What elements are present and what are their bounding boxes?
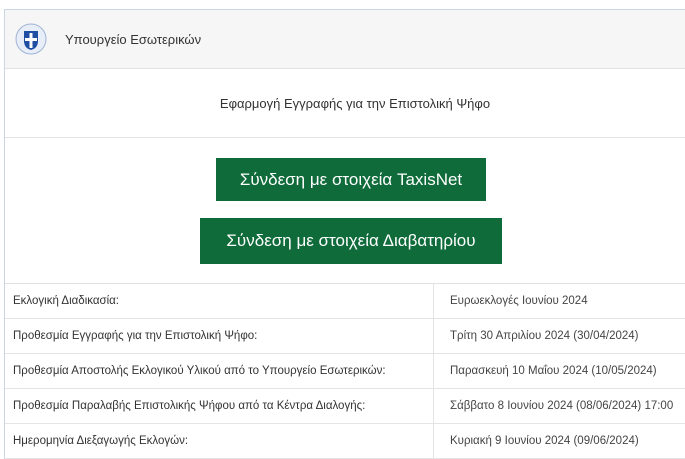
taxisnet-login-button[interactable]: Σύνδεση με στοιχεία TaxisNet — [216, 158, 486, 201]
login-buttons: Σύνδεση με στοιχεία TaxisNet Σύνδεση με … — [5, 138, 685, 284]
table-row: Εκλογική Διαδικασία: Ευρωεκλογές Ιουνίου… — [5, 284, 685, 319]
table-row: Προθεσμία Παραλαβής Επιστολικής Ψήφου απ… — [5, 388, 685, 424]
greek-coat-of-arms-icon — [15, 23, 47, 55]
row-value: Ευρωεκλογές Ιουνίου 2024 — [433, 284, 685, 319]
row-value: Σάββατο 8 Ιουνίου 2024 (08/06/2024) 17:0… — [433, 388, 685, 424]
passport-login-button[interactable]: Σύνδεση με στοιχεία Διαβατηρίου — [200, 218, 502, 264]
row-label: Προθεσμία Παραλαβής Επιστολικής Ψήφου απ… — [5, 388, 434, 424]
table-row: Ημερομηνία Διεξαγωγής Εκλογών: Κυριακή 9… — [5, 423, 685, 459]
row-value: Τρίτη 30 Απριλίου 2024 (30/04/2024) — [433, 318, 685, 354]
row-label: Προθεσμία Αποστολής Εκλογικού Υλικού από… — [5, 353, 434, 389]
ministry-name: Υπουργείο Εσωτερικών — [65, 31, 202, 47]
row-value: Παρασκευή 10 Μαΐου 2024 (10/05/2024) — [433, 353, 685, 389]
row-label: Εκλογική Διαδικασία: — [5, 284, 434, 319]
row-label: Προθεσμία Εγγραφής για την Επιστολική Ψή… — [5, 318, 434, 354]
header: Υπουργείο Εσωτερικών — [5, 10, 685, 69]
row-value: Κυριακή 9 Ιουνίου 2024 (09/06/2024) — [433, 423, 685, 459]
row-label: Ημερομηνία Διεξαγωγής Εκλογών: — [5, 423, 434, 459]
page-subtitle: Εφαρμογή Εγγραφής για την Επιστολική Ψήφ… — [219, 95, 491, 111]
table-row: Προθεσμία Αποστολής Εκλογικού Υλικού από… — [5, 353, 685, 389]
election-info-table: Εκλογική Διαδικασία: Ευρωεκλογές Ιουνίου… — [5, 284, 685, 459]
table-row: Προθεσμία Εγγραφής για την Επιστολική Ψή… — [5, 318, 685, 354]
subtitle-row: Εφαρμογή Εγγραφής για την Επιστολική Ψήφ… — [5, 69, 685, 138]
app-frame: Υπουργείο Εσωτερικών Εφαρμογή Εγγραφής γ… — [4, 9, 685, 459]
